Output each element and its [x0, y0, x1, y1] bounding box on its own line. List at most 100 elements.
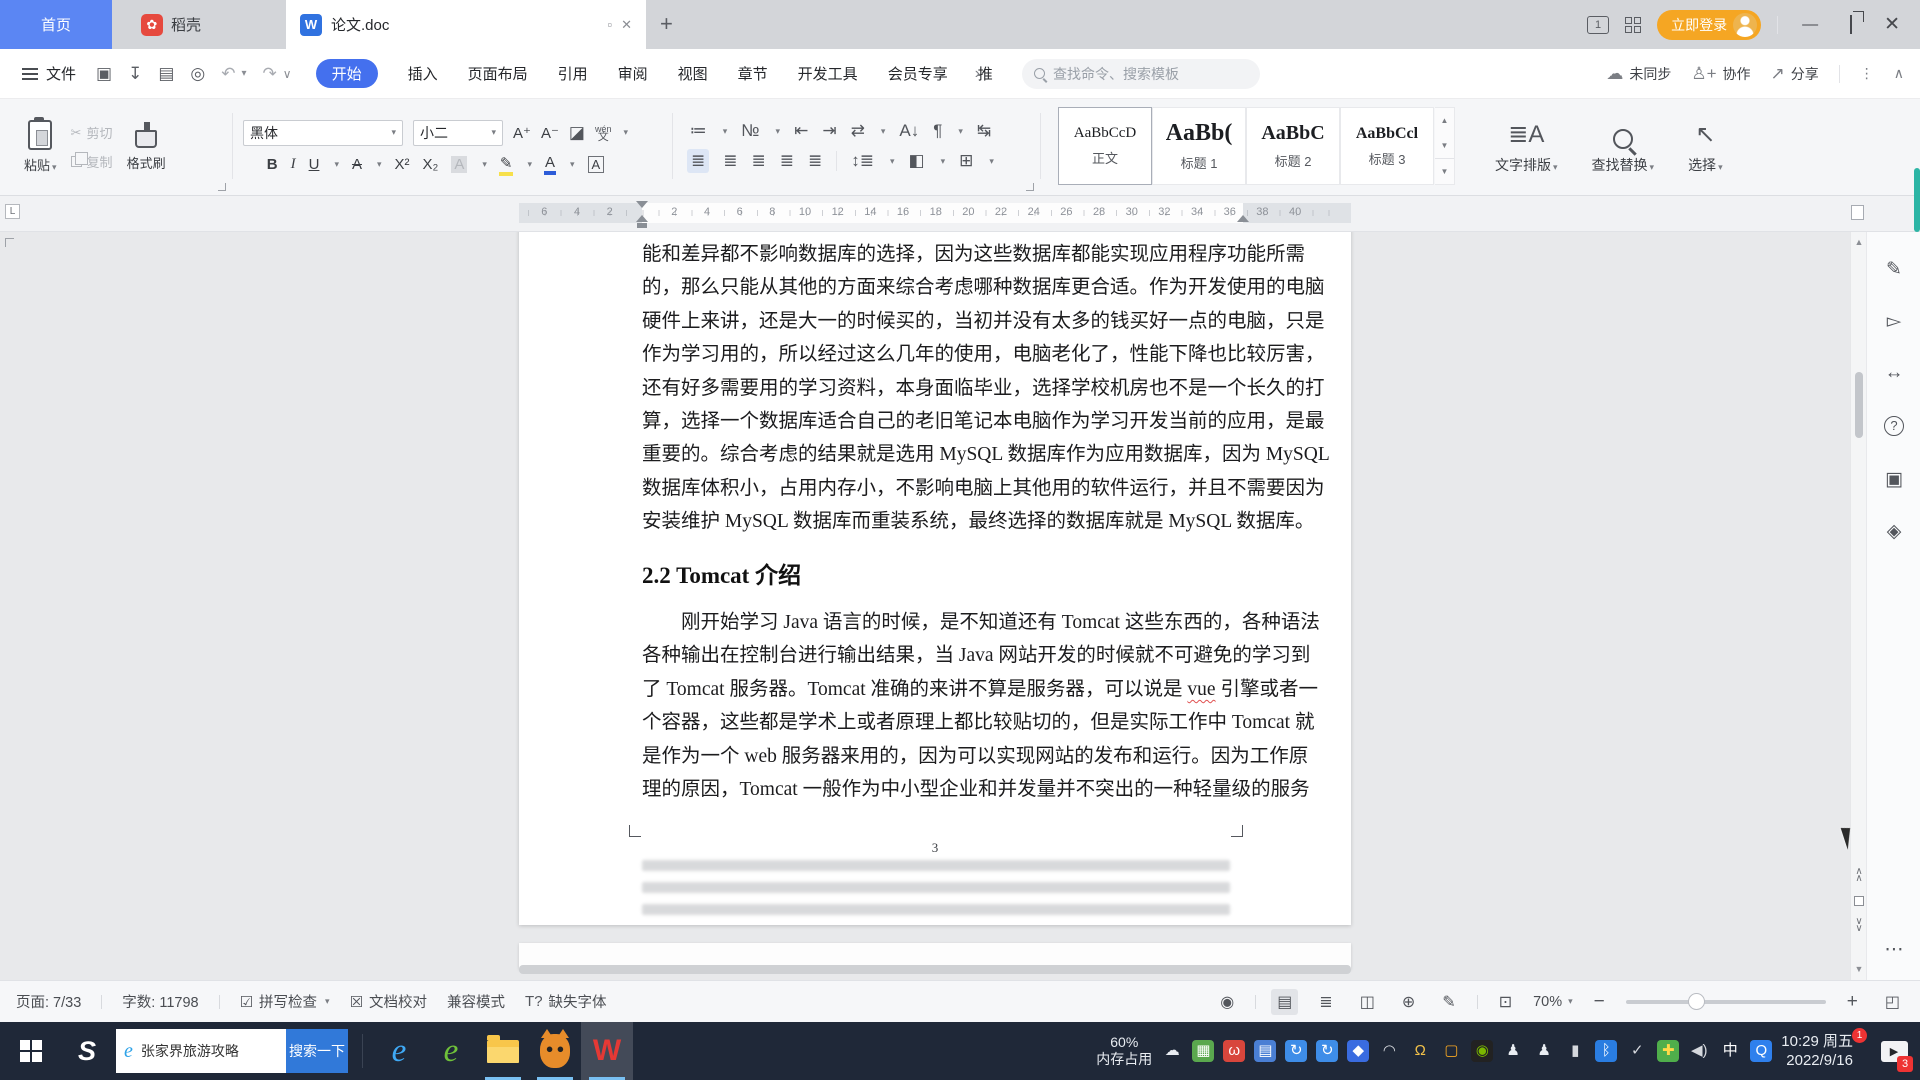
- document-page[interactable]: 能和差异都不影响数据库的选择，因为这些数据库都能实现应用程序功能所需 的，那么只能…: [519, 232, 1351, 925]
- sync-status[interactable]: ☁ 未同步: [1606, 64, 1671, 84]
- ribbon-tab[interactable]: 页面布局: [468, 63, 528, 84]
- login-button[interactable]: 立即登录: [1657, 9, 1762, 40]
- notification-center-icon[interactable]: ▶ 3: [1874, 1022, 1914, 1080]
- wps-taskbar-icon[interactable]: W: [581, 1022, 633, 1080]
- bullets-icon[interactable]: ≔: [690, 121, 707, 141]
- highlight-button[interactable]: ✎: [498, 154, 514, 176]
- word-count[interactable]: 字数: 11798: [122, 991, 198, 1012]
- align-right-icon[interactable]: ≣: [752, 151, 766, 171]
- app-grid-icon[interactable]: [1625, 16, 1642, 33]
- ribbon-tab[interactable]: 开始: [315, 59, 378, 88]
- 标题 1[interactable]: AaBb( 标题 1: [1152, 107, 1246, 185]
- next-page-button[interactable]: ∨ ∨: [1851, 917, 1867, 934]
- align-center-icon[interactable]: ≣: [723, 151, 737, 171]
- proofing-button[interactable]: ☒ 文档校对: [350, 991, 427, 1012]
- cut-button[interactable]: ✂ 剪切: [71, 123, 113, 142]
- font-name-select[interactable]: 黑体 ▾: [243, 119, 403, 146]
- italic-button[interactable]: I: [291, 156, 296, 173]
- show-marks-icon[interactable]: ¶: [933, 121, 942, 141]
- zoom-slider-thumb[interactable]: [1687, 992, 1705, 1010]
- tab-document[interactable]: W 论文.doc ▫ ✕: [286, 0, 646, 49]
- extract-image-icon[interactable]: ▣: [1867, 468, 1920, 491]
- zoom-slider[interactable]: [1625, 992, 1826, 1010]
- minimize-button[interactable]: —: [1794, 16, 1826, 34]
- char-border-button[interactable]: A: [587, 155, 605, 173]
- ribbon-tab[interactable]: 会员专享: [888, 63, 948, 84]
- qq-icon[interactable]: ♟: [1502, 1040, 1524, 1062]
- char-scale-icon[interactable]: ⇄: [851, 121, 865, 141]
- zoom-out-icon[interactable]: −: [1588, 988, 1611, 1016]
- select-tool-icon[interactable]: ▻: [1867, 310, 1920, 333]
- more-tools-icon[interactable]: ⋯: [1867, 938, 1920, 961]
- ime-icon[interactable]: 中: [1719, 1040, 1741, 1062]
- underline-button[interactable]: U: [309, 156, 320, 173]
- redo-icon[interactable]: ↷: [263, 64, 277, 84]
- superscript-button[interactable]: X²: [395, 156, 410, 173]
- command-search[interactable]: 查找命令、搜索模板: [1022, 58, 1261, 89]
- bell-icon[interactable]: Ω: [1409, 1040, 1431, 1062]
- memory-indicator[interactable]: 60% 内存占用: [1096, 1034, 1152, 1068]
- read-view-icon[interactable]: ◫: [1354, 989, 1381, 1015]
- ribbon-tab[interactable]: 开发工具: [798, 63, 858, 84]
- tab-preview-icon[interactable]: ▫: [607, 17, 612, 32]
- collaborate-button[interactable]: ♙+ 协作: [1691, 64, 1750, 84]
- paragraph-dialog-launcher[interactable]: [1026, 183, 1034, 191]
- shading-icon[interactable]: ◧: [909, 151, 925, 171]
- battery-icon[interactable]: ▮: [1564, 1040, 1586, 1062]
- 标题 3[interactable]: AaBbCcl 标题 3: [1340, 107, 1434, 185]
- tab-char-icon[interactable]: ↹: [977, 121, 991, 141]
- new-tab-button[interactable]: +: [660, 12, 673, 36]
- usb-drive-icon[interactable]: ▤: [1254, 1040, 1277, 1062]
- share-button[interactable]: ↗ 分享: [1771, 64, 1819, 84]
- char-shading-button[interactable]: A: [451, 155, 468, 173]
- wireless-icon[interactable]: ◠: [1378, 1040, 1400, 1062]
- font-color-button[interactable]: A: [543, 154, 557, 175]
- close-tab-icon[interactable]: ✕: [621, 17, 632, 33]
- page-view-icon[interactable]: ▤: [1271, 988, 1299, 1015]
- align-left-icon[interactable]: ≣: [687, 149, 710, 173]
- horizontal-scrollbar[interactable]: [519, 965, 1351, 974]
- start-button[interactable]: [0, 1022, 62, 1080]
- close-button[interactable]: ✕: [1876, 13, 1908, 36]
- vertical-scrollbar[interactable]: ▲ ∧ ∧ ∨ ∨ ▼: [1850, 232, 1866, 980]
- annotate-pen-icon[interactable]: ✎: [1867, 258, 1920, 281]
- save-icon[interactable]: ▣: [96, 64, 112, 84]
- sync-drive2-icon[interactable]: ↻: [1316, 1040, 1339, 1062]
- ribbon-tab[interactable]: 视图: [678, 63, 708, 84]
- ruler-toggle-icon[interactable]: [1851, 205, 1864, 220]
- ink-icon[interactable]: ✎: [1436, 989, 1461, 1015]
- bluetooth-icon[interactable]: ᛒ: [1595, 1040, 1618, 1062]
- adjust-tool-icon[interactable]: ↔: [1867, 362, 1920, 384]
- distribute-icon[interactable]: ≣: [808, 151, 822, 171]
- collapse-ribbon-icon[interactable]: ∧: [1894, 65, 1904, 82]
- hanging-indent-marker[interactable]: [636, 215, 648, 222]
- security-shield-icon[interactable]: ◆: [1347, 1040, 1370, 1062]
- page-indicator[interactable]: 页面: 7/33: [16, 991, 81, 1012]
- compat-mode-label[interactable]: 兼容模式: [447, 991, 505, 1012]
- line-spacing-icon[interactable]: ↕≣: [851, 151, 874, 171]
- right-indent-marker[interactable]: [1237, 215, 1249, 222]
- fullscreen-icon[interactable]: ◰: [1879, 989, 1906, 1015]
- outline-view-icon[interactable]: ≣: [1313, 989, 1338, 1015]
- previous-page-button[interactable]: ∧ ∧: [1851, 867, 1867, 884]
- decrease-indent-icon[interactable]: ⇤: [794, 121, 808, 141]
- screen-rotate-icon[interactable]: ▢: [1440, 1040, 1462, 1062]
- restore-button[interactable]: [1842, 14, 1860, 34]
- undo-icon[interactable]: ↶: [221, 64, 235, 84]
- first-line-indent-marker[interactable]: [636, 201, 648, 208]
- ribbon-tab[interactable]: 章节: [738, 63, 768, 84]
- file-menu[interactable]: 文件: [22, 63, 76, 84]
- qq2-icon[interactable]: ♟: [1533, 1040, 1555, 1062]
- scrollbar-thumb[interactable]: [1854, 372, 1863, 438]
- numbering-icon[interactable]: №: [741, 121, 759, 141]
- more-menu-icon[interactable]: ⋮: [1860, 65, 1874, 82]
- export-icon[interactable]: ↧: [128, 64, 142, 84]
- paste-button[interactable]: 粘贴 ▾: [16, 116, 65, 178]
- usb-eject-icon[interactable]: ✓: [1626, 1040, 1648, 1062]
- q-app-icon[interactable]: Q: [1750, 1040, 1773, 1062]
- scroll-down-icon[interactable]: ▼: [1851, 964, 1867, 974]
- print-preview-icon[interactable]: ◎: [190, 64, 205, 84]
- volume-icon[interactable]: ◀): [1688, 1040, 1710, 1062]
- weather-icon[interactable]: ☁: [1161, 1040, 1183, 1062]
- strikethrough-button[interactable]: A: [352, 156, 362, 173]
